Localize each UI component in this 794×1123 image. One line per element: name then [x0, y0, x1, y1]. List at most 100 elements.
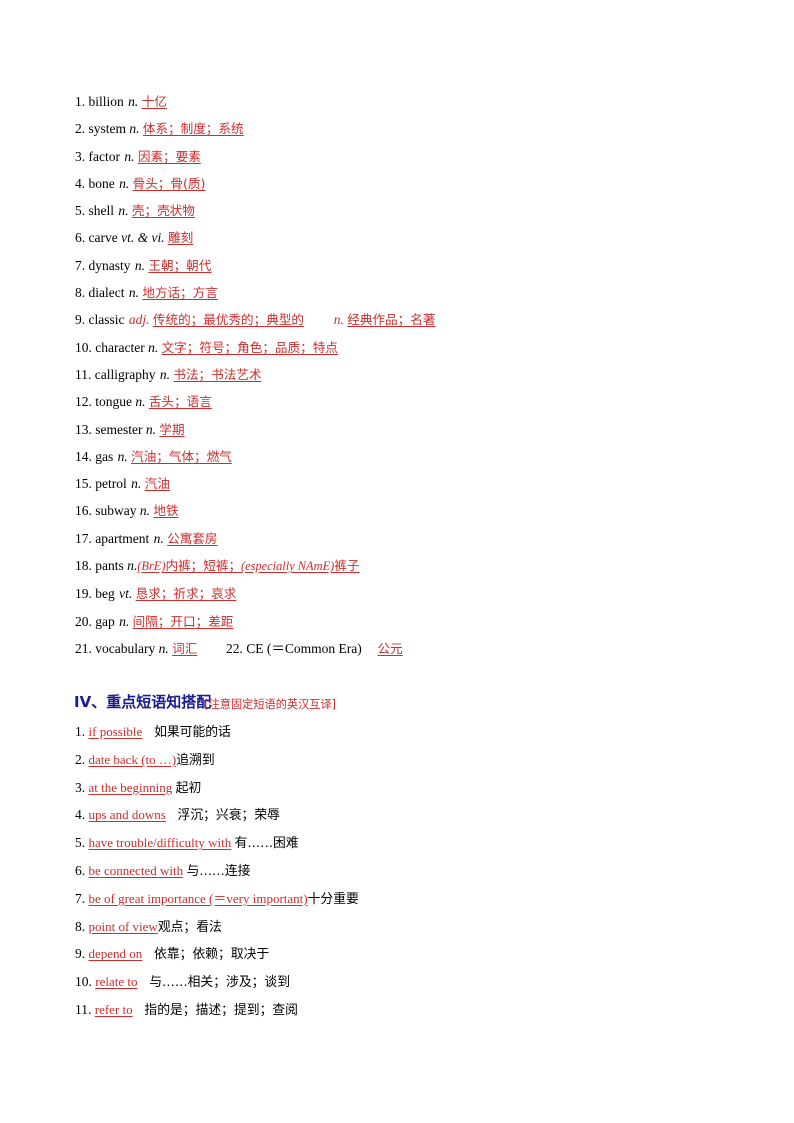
phrase-row: 11. refer to 指的是；描述；提到；查阅: [75, 997, 735, 1025]
phrase-chinese: 依靠；依赖；取决于: [154, 947, 270, 963]
word-meaning: 恳求；祈求；哀求: [135, 586, 237, 602]
document-page: 1. billion n. 十亿 2. system n. 体系；制度；系统 3…: [0, 0, 794, 1123]
phrase-chinese: 起初: [175, 780, 202, 796]
word-part-of-speech: n.: [128, 94, 139, 109]
word-number: 3.: [75, 148, 86, 164]
phrase-row: 8. point of view观点；看法: [75, 914, 735, 942]
word-part-of-speech: n.: [124, 148, 135, 164]
word-row: 15. petrol n. 汽油: [75, 470, 735, 497]
word-headword: dynasty: [88, 257, 131, 273]
word-number: 14.: [75, 448, 92, 464]
word-row: 12. tongue n. 舌头；语言: [75, 388, 735, 415]
word-row: 18. pants n.(BrE)内裤；短裤；(especially NAmE)…: [75, 552, 735, 580]
phrase-chinese: 指的是；描述；提到；查阅: [144, 1002, 298, 1018]
word-headword: petrol: [95, 476, 127, 492]
phrase-chinese: 观点；看法: [157, 919, 222, 935]
word-part-of-speech: n.: [135, 394, 146, 410]
word-meaning: 舌头；语言: [148, 394, 212, 410]
word-row: 3. factor n. 因素；要素: [75, 143, 735, 170]
phrase-english: point of view: [88, 918, 158, 934]
word-headword: dialect: [88, 285, 125, 301]
word-headword: semester: [95, 421, 143, 437]
word-headword: character: [95, 339, 145, 355]
word-meaning: 雕刻: [167, 230, 194, 246]
word-row: 20. gap n. 间隔；开口；差距: [75, 608, 735, 635]
word-meaning: 间隔；开口；差距: [132, 613, 234, 629]
word-number: 15.: [75, 476, 92, 492]
word-part-of-speech: n.: [139, 503, 150, 519]
word-headword: apartment: [95, 530, 150, 546]
word-meaning-secondary: 公元: [377, 640, 403, 656]
word-row: 10. character n. 文字；符号；角色；品质；特点: [75, 334, 735, 361]
phrase-chinese: 如果可能的话: [154, 725, 231, 740]
word-meaning: 因素；要素: [137, 148, 201, 164]
phrase-number: 3.: [75, 779, 86, 795]
word-number-secondary: 22.: [226, 640, 243, 656]
phrase-number: 8.: [75, 918, 86, 934]
word-row: 13. semester n. 学期: [75, 416, 735, 443]
word-meaning: 书法；书法艺术: [173, 366, 262, 382]
word-part-of-speech: n.: [119, 175, 130, 191]
word-meaning: 地铁: [153, 503, 179, 519]
section-heading-title: IV、重点短语知搭配: [74, 693, 212, 711]
word-meaning: 汽油；气体；燃气: [131, 448, 232, 464]
word-part-of-speech: n.: [131, 476, 142, 492]
phrase-chinese: 与……相关；涉及；谈到: [149, 975, 290, 991]
word-meaning: (BrE)内裤；短裤；(especially NAmE)裤子: [137, 558, 359, 573]
word-meaning: 传统的；最优秀的；典型的: [152, 312, 305, 328]
word-row: 8. dialect n. 地方话；方言: [75, 279, 735, 306]
word-number: 11.: [75, 366, 92, 382]
word-headword-secondary: CE (＝Common Era): [246, 640, 362, 656]
word-headword: gap: [95, 613, 115, 629]
phrase-english: be connected with: [88, 862, 184, 878]
word-part-of-speech: n.: [145, 421, 156, 437]
word-meaning: 王朝；朝代: [148, 257, 212, 273]
word-meaning-part2: 裤子: [334, 558, 360, 574]
word-number: 12.: [75, 394, 92, 410]
phrase-english: depend on: [88, 946, 143, 962]
word-meaning: 公寓套房: [167, 530, 218, 546]
word-part-of-speech: n.: [118, 203, 129, 219]
word-number: 13.: [75, 421, 92, 437]
word-row: 11. calligraphy n. 书法；书法艺术: [75, 361, 735, 388]
word-meaning: 体系；制度；系统: [142, 121, 244, 137]
section-heading: IV、重点短语知搭配[注意固定短语的英汉互译]: [74, 691, 336, 712]
word-headword: bone: [88, 175, 115, 191]
phrase-english: at the beginning: [88, 779, 173, 795]
word-meaning: 地方话；方言: [142, 285, 218, 301]
word-meaning: 词汇: [172, 640, 198, 656]
word-headword: beg: [95, 586, 115, 602]
word-row: 2. system n. 体系；制度；系统: [75, 115, 735, 142]
word-meaning: 汽油: [144, 476, 170, 492]
phrase-row: 6. be connected with 与……连接: [75, 858, 735, 886]
word-part-of-speech: adj.: [128, 312, 150, 328]
phrase-english: relate to: [95, 974, 138, 990]
word-meaning-part1: 内裤；短裤；: [165, 558, 242, 574]
word-number: 5.: [75, 203, 86, 219]
word-part-of-speech: n.: [128, 285, 139, 301]
phrase-english: refer to: [94, 1001, 133, 1017]
phrase-number: 11.: [75, 1001, 92, 1017]
word-number: 1.: [75, 94, 86, 109]
word-part-of-speech: n.: [159, 366, 170, 382]
phrase-english: date back (to …): [88, 751, 177, 767]
word-meaning: 十亿: [141, 94, 167, 109]
word-meaning: 文字；符号；角色；品质；特点: [161, 339, 338, 355]
word-headword: vocabulary: [95, 640, 156, 656]
word-number: 2.: [75, 121, 86, 137]
phrase-list: 1. if possible 如果可能的话 2. date back (to ……: [75, 719, 735, 1025]
phrase-row: 5. have trouble/difficulty with 有……困难: [75, 830, 735, 858]
word-row: 4. bone n. 骨头；骨(质): [75, 170, 735, 197]
region-label-name: (especially NAmE): [241, 559, 335, 574]
word-number: 20.: [75, 613, 92, 629]
word-part-of-speech: n.: [153, 530, 164, 546]
section-heading-note: [注意固定短语的英汉互译]: [204, 698, 336, 711]
word-headword: billion: [88, 94, 124, 109]
phrase-number: 9.: [75, 946, 86, 962]
word-part-of-speech: n.: [158, 640, 169, 656]
word-number: 16.: [75, 503, 92, 519]
phrase-number: 7.: [75, 890, 86, 906]
word-number: 4.: [75, 175, 86, 191]
word-row: 1. billion n. 十亿: [75, 88, 735, 115]
word-row: 21. vocabulary n. 词汇 22. CE (＝Common Era…: [75, 635, 735, 662]
